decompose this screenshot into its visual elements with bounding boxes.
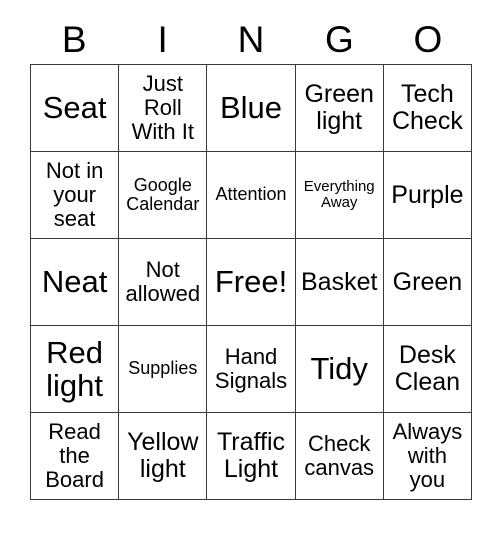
- bingo-cell-label: Neat: [41, 264, 108, 300]
- bingo-cell[interactable]: Attention: [207, 152, 296, 239]
- bingo-cell-label: Tidy: [310, 351, 368, 387]
- bingo-cell-label: Read the Board: [45, 419, 104, 492]
- bingo-cell-label: Basket: [300, 267, 378, 296]
- bingo-cell[interactable]: Basket: [295, 239, 384, 326]
- bingo-cell[interactable]: Tidy: [295, 326, 384, 413]
- bingo-cell-label: Google Calendar: [126, 174, 200, 214]
- bingo-cell-label: Tech Check: [391, 80, 463, 135]
- bingo-cell-label: Free!: [214, 264, 288, 300]
- bingo-cell[interactable]: Desk Clean: [383, 326, 473, 413]
- header-letter-g: G: [325, 18, 354, 60]
- bingo-row: Read the Board Yellow light Traffic Ligh…: [31, 413, 473, 500]
- bingo-cell-label: Always with you: [392, 419, 463, 492]
- bingo-cell[interactable]: Check canvas: [295, 413, 384, 500]
- bingo-cell[interactable]: Purple: [383, 152, 473, 239]
- bingo-cell[interactable]: Just Roll With It: [119, 65, 208, 152]
- bingo-row: Not in your seat Google Calendar Attenti…: [31, 152, 473, 239]
- bingo-cell-label: Not allowed: [125, 257, 201, 306]
- header-letter-b: B: [61, 18, 87, 60]
- bingo-cell[interactable]: Everything Away: [295, 152, 384, 239]
- bingo-cell[interactable]: Not in your seat: [31, 152, 120, 239]
- bingo-cell-label: Blue: [219, 90, 283, 126]
- bingo-cell-label: Green: [392, 267, 463, 296]
- bingo-cell[interactable]: Red light: [31, 326, 120, 413]
- header-letter-i: I: [157, 18, 168, 60]
- bingo-cell[interactable]: Always with you: [383, 413, 473, 500]
- bingo-cell[interactable]: Google Calendar: [119, 152, 208, 239]
- bingo-header: B I N G O: [30, 14, 472, 64]
- bingo-grid: Seat Just Roll With It Blue Green light …: [30, 64, 473, 500]
- bingo-cell[interactable]: Green light: [295, 65, 384, 152]
- bingo-cell-label: Check canvas: [304, 431, 375, 480]
- bingo-cell[interactable]: Read the Board: [31, 413, 120, 500]
- bingo-row: Red light Supplies Hand Signals Tidy Des…: [31, 326, 473, 413]
- bingo-cell-label: Seat: [42, 90, 107, 126]
- bingo-cell-label: Desk Clean: [394, 341, 461, 396]
- bingo-cell-label: Red light: [46, 334, 104, 403]
- bingo-cell[interactable]: Hand Signals: [207, 326, 296, 413]
- bingo-cell[interactable]: Traffic Light: [207, 413, 296, 500]
- bingo-cell[interactable]: Yellow light: [119, 413, 208, 500]
- bingo-cell[interactable]: Supplies: [119, 326, 208, 413]
- bingo-card: B I N G O Seat Just Roll With It Blue Gr…: [30, 14, 473, 500]
- bingo-cell-label: Hand Signals: [214, 344, 288, 393]
- bingo-cell-label: Attention: [215, 184, 287, 205]
- bingo-cell[interactable]: Tech Check: [383, 65, 473, 152]
- header-letter-o: O: [413, 18, 443, 60]
- bingo-cell[interactable]: Seat: [31, 65, 120, 152]
- bingo-cell-label: Everything Away: [303, 177, 375, 211]
- bingo-cell[interactable]: Blue: [207, 65, 296, 152]
- bingo-cell-label: Traffic Light: [216, 428, 286, 483]
- bingo-cell-label: Green light: [304, 80, 374, 135]
- bingo-cell[interactable]: Not allowed: [119, 239, 208, 326]
- bingo-row: Neat Not allowed Free! Basket Green: [31, 239, 473, 326]
- bingo-cell-free[interactable]: Free!: [207, 239, 296, 326]
- bingo-cell-label: Just Roll With It: [131, 71, 194, 144]
- bingo-cell[interactable]: Neat: [31, 239, 120, 326]
- bingo-cell[interactable]: Green: [383, 239, 473, 326]
- bingo-cell-label: Not in your seat: [45, 158, 104, 231]
- bingo-row: Seat Just Roll With It Blue Green light …: [31, 65, 473, 152]
- bingo-cell-label: Supplies: [128, 358, 198, 379]
- bingo-cell-label: Yellow light: [127, 428, 199, 483]
- header-letter-n: N: [237, 18, 265, 60]
- bingo-cell-label: Purple: [391, 180, 464, 209]
